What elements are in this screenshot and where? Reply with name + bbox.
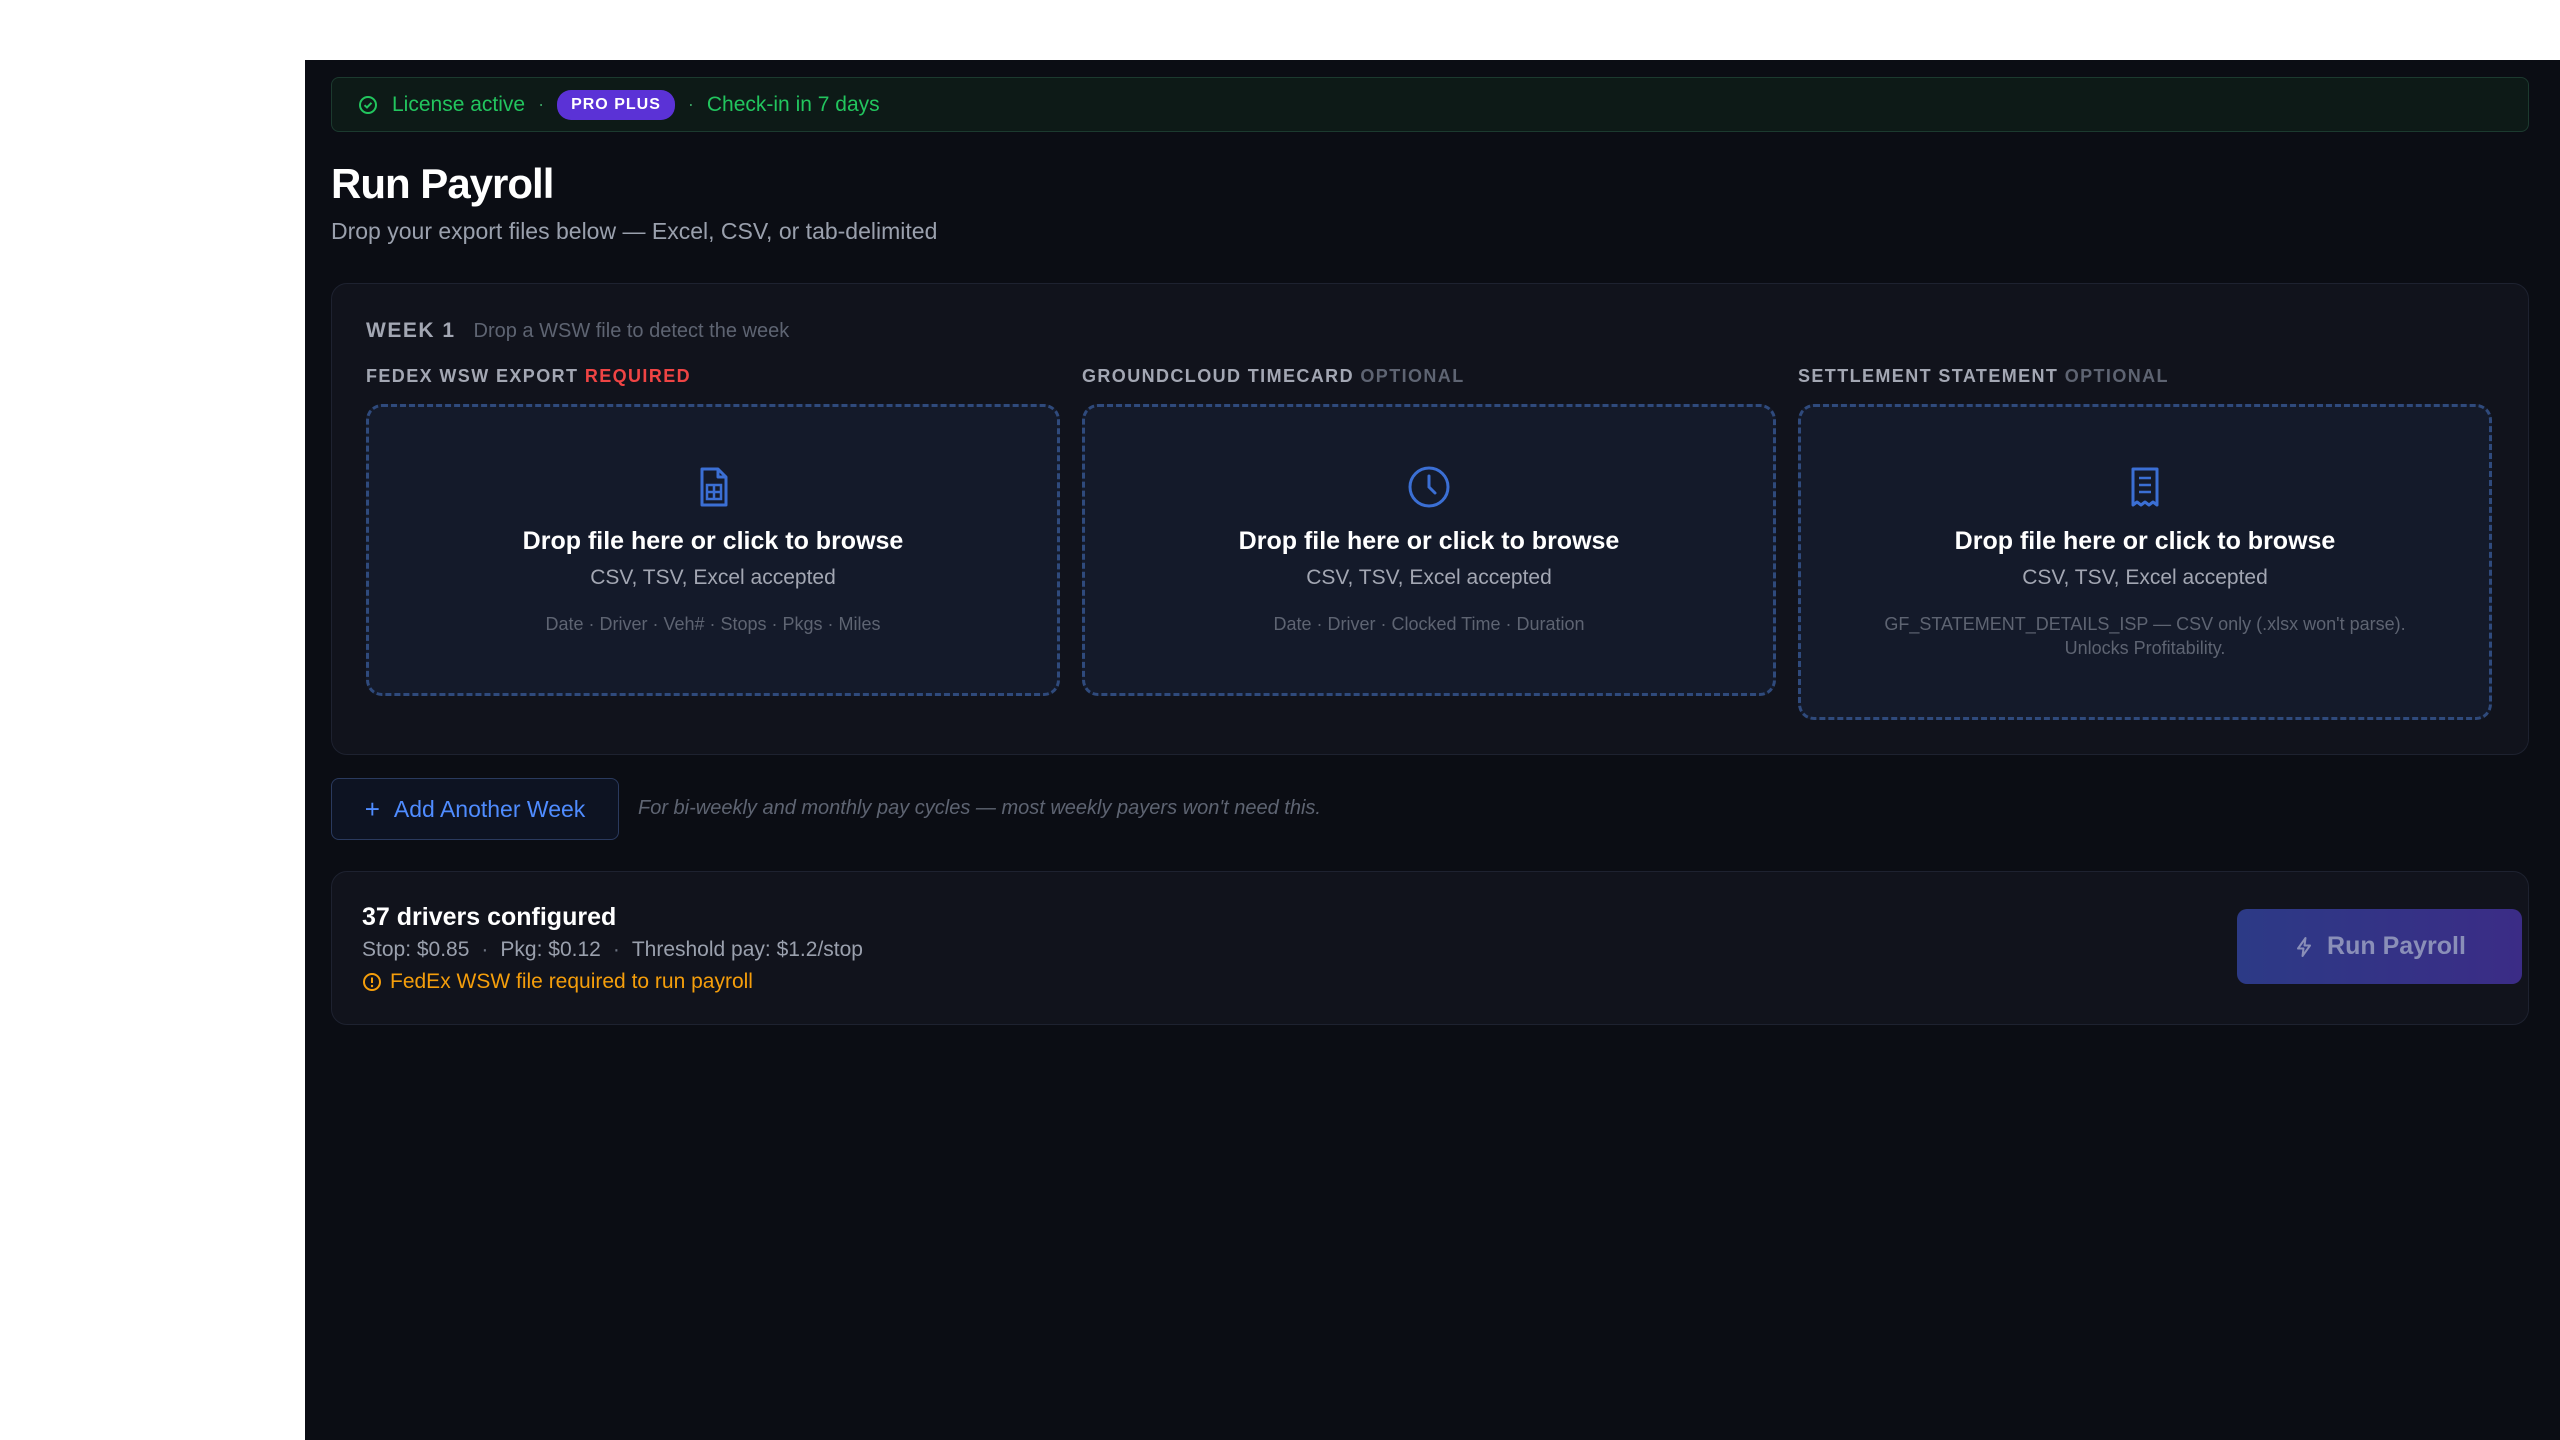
- add-week-label: Add Another Week: [393, 795, 586, 822]
- clock-icon: [1408, 466, 1450, 508]
- dropzone-fields: Date · Driver · Veh# · Stops · Pkgs · Mi…: [545, 614, 881, 634]
- warning-text: FedEx WSW file required to run payroll: [390, 970, 753, 993]
- separator-dot: ·: [612, 938, 620, 961]
- fedex-wsw-label: FEDEX WSW EXPORT REQUIRED: [366, 366, 691, 387]
- optional-tag: OPTIONAL: [1360, 366, 1465, 386]
- page-subtitle: Drop your export files below — Excel, CS…: [331, 218, 938, 244]
- page-title: Run Payroll: [331, 160, 554, 207]
- plan-badge: PRO PLUS: [557, 89, 675, 120]
- settlement-statement-dropzone[interactable]: Drop file here or click to browse CSV, T…: [1798, 404, 2492, 720]
- settlement-statement-label: SETTLEMENT STATEMENT OPTIONAL: [1798, 366, 2169, 387]
- week-label: WEEK 1: [366, 319, 456, 342]
- pkg-rate: Pkg: $0.12: [500, 938, 601, 961]
- dropzone-title: Drop file here or click to browse: [1954, 527, 2336, 555]
- rates-line: Stop: $0.85 · Pkg: $0.12 · Threshold pay: $1…: [362, 938, 863, 962]
- week-header: WEEK 1 Drop a WSW file to detect the wee…: [366, 319, 789, 343]
- separator-dot: ·: [481, 938, 489, 961]
- run-payroll-button[interactable]: Run Payroll: [2237, 909, 2522, 984]
- run-payroll-label: Run Payroll: [2327, 932, 2466, 960]
- dropzone-title: Drop file here or click to browse: [522, 527, 904, 555]
- week-hint: Drop a WSW file to detect the week: [473, 320, 790, 342]
- dropzone-formats: CSV, TSV, Excel accepted: [2022, 566, 2268, 589]
- license-status-bar: License active · PRO PLUS · Check-in in …: [331, 77, 2529, 132]
- separator-dot: ·: [538, 94, 545, 114]
- lightning-icon: [2297, 936, 2312, 957]
- app-main: License active · PRO PLUS · Check-in in …: [305, 60, 2560, 1440]
- column-label-text: FEDEX WSW EXPORT: [366, 366, 579, 386]
- dropzone-fields: Date · Driver · Clocked Time · Duration: [1273, 614, 1585, 634]
- stop-rate: Stop: $0.85: [362, 938, 470, 961]
- dropzone-formats: CSV, TSV, Excel accepted: [1306, 566, 1552, 589]
- column-label-text: SETTLEMENT STATEMENT: [1798, 366, 2059, 386]
- optional-tag: OPTIONAL: [2064, 366, 2169, 386]
- missing-file-warning: FedEx WSW file required to run payroll: [362, 970, 753, 994]
- fedex-wsw-dropzone[interactable]: Drop file here or click to browse CSV, T…: [366, 404, 1060, 696]
- drivers-count: 37 drivers configured: [362, 903, 617, 931]
- dropzone-formats: CSV, TSV, Excel accepted: [590, 566, 836, 589]
- receipt-icon: [2131, 467, 2159, 507]
- add-another-week-button[interactable]: + Add Another Week: [331, 778, 619, 840]
- plus-icon: +: [364, 793, 380, 824]
- alert-circle-icon: [363, 973, 381, 991]
- check-circle-icon: [359, 95, 377, 114]
- groundcloud-timecard-dropzone[interactable]: Drop file here or click to browse CSV, T…: [1082, 404, 1776, 696]
- groundcloud-timecard-label: GROUNDCLOUD TIMECARD OPTIONAL: [1082, 366, 1465, 387]
- spreadsheet-file-icon: [700, 467, 728, 507]
- dropzone-fields: GF_STATEMENT_DETAILS_ISP — CSV only (.xl…: [1884, 614, 2406, 658]
- column-label-text: GROUNDCLOUD TIMECARD: [1082, 366, 1354, 386]
- week-card: WEEK 1 Drop a WSW file to detect the wee…: [331, 283, 2529, 755]
- payroll-summary-card: 37 drivers configured Stop: $0.85 · Pkg: $…: [331, 871, 2529, 1025]
- required-tag: REQUIRED: [584, 366, 692, 386]
- license-status-text: License active: [392, 92, 526, 116]
- dropzone-title: Drop file here or click to browse: [1238, 527, 1620, 555]
- add-week-note: For bi-weekly and monthly pay cycles — m…: [638, 797, 1321, 819]
- separator-dot: ·: [687, 94, 694, 114]
- checkin-text: Check-in in 7 days: [706, 92, 880, 116]
- threshold-pay: Threshold pay: $1.2/stop: [631, 938, 863, 961]
